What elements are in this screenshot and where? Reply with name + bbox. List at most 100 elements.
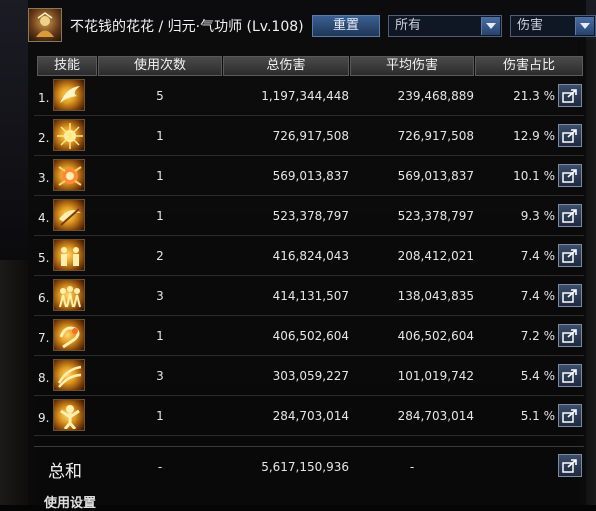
clone-fighters-icon: [53, 279, 85, 311]
dragon-swirl-icon: [53, 319, 85, 351]
damage-percent-value: 7.4 %: [520, 249, 555, 263]
whirl-strike-icon: [53, 199, 85, 231]
share-button[interactable]: [558, 244, 582, 267]
explosion-icon: [53, 159, 85, 191]
total-damage-value: 414,131,507: [272, 289, 349, 303]
damage-percent-value: 21.3 %: [513, 89, 555, 103]
damage-percent-value: 9.3 %: [520, 209, 555, 223]
table-row: 2. 1 726,917,508 726,917,508 12.9 %: [34, 116, 584, 156]
share-icon: [562, 329, 577, 343]
share-button[interactable]: [558, 164, 582, 187]
damage-percent-value: 10.1 %: [513, 169, 555, 183]
divider: [34, 446, 584, 447]
average-damage-value: 726,917,508: [397, 129, 474, 143]
column-header-average[interactable]: 平均伤害: [350, 56, 474, 76]
share-icon: [562, 249, 577, 263]
share-button[interactable]: [558, 364, 582, 387]
total-average: -: [409, 460, 415, 474]
total-damage-value: 416,824,043: [272, 249, 349, 263]
damage-percent-value: 7.4 %: [520, 289, 555, 303]
uses-value: 5: [156, 89, 164, 103]
total-damage-value: 284,703,014: [272, 409, 349, 423]
average-damage-value: 284,703,014: [397, 409, 474, 423]
flame-palm-icon: [53, 79, 85, 111]
rank-label: 3.: [38, 171, 50, 185]
reset-button[interactable]: 重置: [312, 15, 380, 37]
average-damage-value: 569,013,837: [397, 169, 474, 183]
table-row: 4. 1 523,378,797 523,378,797 9.3 %: [34, 196, 584, 236]
type-select-value: 所有: [395, 18, 422, 33]
table-row: 9. 1 284,703,014 284,703,014 5.1 %: [34, 396, 584, 436]
average-damage-value: 208,412,021: [397, 249, 474, 263]
chevron-down-icon[interactable]: [481, 17, 500, 35]
chevron-down-icon[interactable]: [575, 17, 594, 35]
average-damage-value: 138,043,835: [397, 289, 474, 303]
total-damage-value: 1,197,344,448: [261, 89, 349, 103]
share-icon: [562, 409, 577, 423]
share-button[interactable]: [558, 454, 582, 477]
share-icon: [562, 369, 577, 383]
rank-label: 4.: [38, 211, 50, 225]
share-button[interactable]: [558, 404, 582, 427]
character-name: 不花钱的花花 / 归元·气功师 (Lv.108): [70, 19, 304, 35]
damage-percent-value: 7.2 %: [520, 329, 555, 343]
total-damage-value: 726,917,508: [272, 129, 349, 143]
uses-value: 1: [156, 169, 164, 183]
total-damage-value: 303,059,227: [272, 369, 349, 383]
damage-percent-value: 5.1 %: [520, 409, 555, 423]
table-row: 1. 5 1,197,344,448 239,468,889 21.3 %: [34, 76, 584, 116]
total-uses: -: [157, 460, 163, 474]
rank-label: 8.: [38, 371, 50, 385]
share-button[interactable]: [558, 324, 582, 347]
uses-value: 2: [156, 249, 164, 263]
share-button[interactable]: [558, 84, 582, 107]
table-row: 3. 1 569,013,837 569,013,837 10.1 %: [34, 156, 584, 196]
average-damage-value: 239,468,889: [397, 89, 474, 103]
share-icon: [562, 459, 577, 473]
column-header-percent[interactable]: 伤害占比: [475, 56, 583, 76]
panel-header: 不花钱的花花 / 归元·气功师 (Lv.108) 重置 所有 伤害: [28, 8, 596, 44]
metric-select[interactable]: 伤害: [510, 15, 596, 37]
average-damage-value: 406,502,604: [397, 329, 474, 343]
total-label: 总和: [48, 462, 82, 482]
damage-percent-value: 12.9 %: [513, 129, 555, 143]
summon-figures-icon: [53, 239, 85, 271]
rank-label: 6.: [38, 291, 50, 305]
share-button[interactable]: [558, 284, 582, 307]
uses-value: 1: [156, 329, 164, 343]
column-header-skill[interactable]: 技能: [37, 56, 97, 76]
share-icon: [562, 89, 577, 103]
total-damage: 5,617,150,936: [261, 460, 349, 474]
metric-select-value: 伤害: [517, 18, 544, 33]
type-select[interactable]: 所有: [388, 15, 502, 37]
avatar[interactable]: [28, 8, 62, 42]
column-header-total[interactable]: 总伤害: [223, 56, 349, 76]
power-stance-icon: [53, 399, 85, 431]
table-row: 5. 2 416,824,043 208,412,021 7.4 %: [34, 236, 584, 276]
rank-label: 9.: [38, 411, 50, 425]
damage-percent-value: 5.4 %: [520, 369, 555, 383]
uses-value: 1: [156, 409, 164, 423]
rank-label: 1.: [38, 91, 50, 105]
table-row: 6. 3 414,131,507 138,043,835 7.4 %: [34, 276, 584, 316]
radiant-burst-icon: [53, 119, 85, 151]
uses-value: 3: [156, 369, 164, 383]
average-damage-value: 101,019,742: [397, 369, 474, 383]
usage-settings-label[interactable]: 使用设置: [44, 492, 96, 511]
total-row: 总和 - 5,617,150,936 -: [34, 446, 584, 486]
share-button[interactable]: [558, 204, 582, 227]
uses-value: 1: [156, 209, 164, 223]
uses-value: 1: [156, 129, 164, 143]
share-button[interactable]: [558, 124, 582, 147]
total-damage-value: 569,013,837: [272, 169, 349, 183]
column-header-uses[interactable]: 使用次数: [98, 56, 222, 76]
share-icon: [562, 129, 577, 143]
rank-label: 2.: [38, 131, 50, 145]
uses-value: 3: [156, 289, 164, 303]
table-row: 8. 3 303,059,227 101,019,742 5.4 %: [34, 356, 584, 396]
table-row: 7. 1 406,502,604 406,502,604 7.2 %: [34, 316, 584, 356]
share-icon: [562, 289, 577, 303]
divider: [34, 435, 584, 436]
total-damage-value: 523,378,797: [272, 209, 349, 223]
character-portrait-icon: [36, 12, 54, 37]
